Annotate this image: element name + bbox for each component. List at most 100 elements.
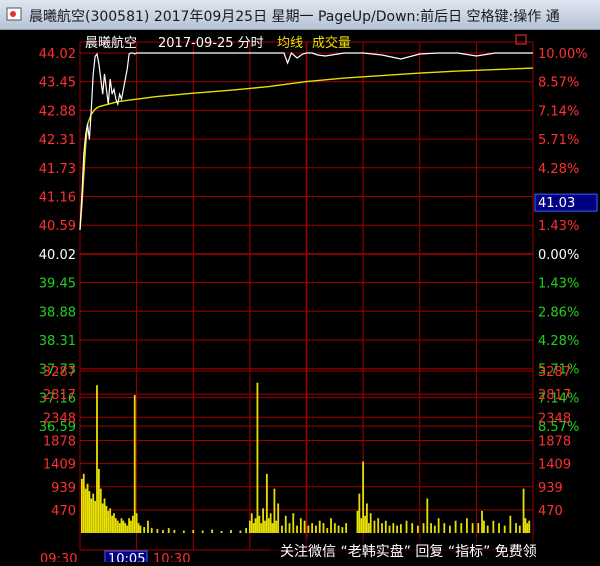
volume-bar bbox=[80, 478, 83, 533]
price-tick-label: 40.02 bbox=[39, 248, 76, 263]
avg-line-legend: 均线 bbox=[277, 36, 303, 51]
price-tick-label: 42.31 bbox=[39, 133, 76, 148]
price-tick-label: 38.31 bbox=[39, 334, 76, 349]
percent-tick-label: 2.86% bbox=[538, 305, 579, 320]
volume-bar bbox=[303, 520, 306, 533]
volume-bar bbox=[449, 525, 451, 533]
volume-bar bbox=[220, 531, 223, 533]
volume-bar bbox=[90, 498, 93, 533]
volume-tick-label-left: 1409 bbox=[43, 458, 76, 473]
volume-bar bbox=[337, 525, 340, 533]
volume-bar bbox=[471, 523, 474, 533]
volume-bar bbox=[86, 483, 89, 533]
volume-bar bbox=[299, 518, 302, 533]
volume-bar bbox=[128, 518, 130, 533]
volume-tick-label-left: 3287 bbox=[43, 365, 76, 380]
volume-bar bbox=[103, 498, 106, 533]
volume-bar bbox=[84, 488, 87, 533]
volume-bar bbox=[416, 525, 419, 533]
price-tick-label: 41.16 bbox=[39, 191, 76, 206]
volume-bar bbox=[330, 518, 332, 533]
volume-bar bbox=[162, 530, 164, 533]
volume-bar bbox=[483, 520, 485, 533]
volume-bar bbox=[366, 503, 368, 533]
volume-tick-label-right: 2348 bbox=[538, 411, 571, 426]
volume-bar bbox=[369, 513, 372, 533]
volume-tick-label-right: 1878 bbox=[538, 434, 571, 449]
volume-bar bbox=[250, 513, 253, 533]
volume-bar bbox=[122, 520, 125, 533]
price-tick-label: 44.02 bbox=[39, 47, 76, 62]
volume-bar bbox=[292, 513, 295, 533]
volume-bar bbox=[307, 525, 310, 533]
volume-bar bbox=[486, 525, 489, 533]
volume-legend: 成交量 bbox=[312, 35, 351, 51]
volume-bar bbox=[318, 520, 321, 533]
volume-bar bbox=[88, 491, 91, 533]
volume-bar bbox=[518, 525, 521, 533]
volume-tick-label-right: 470 bbox=[538, 504, 563, 519]
volume-bar bbox=[254, 518, 257, 533]
volume-bar bbox=[211, 529, 214, 533]
volume-bar bbox=[150, 528, 153, 533]
volume-bar bbox=[126, 525, 129, 533]
volume-bar bbox=[377, 518, 380, 533]
volume-bar bbox=[105, 505, 108, 533]
volume-bar bbox=[120, 518, 123, 533]
volume-bar bbox=[239, 530, 242, 533]
volume-bar bbox=[113, 513, 115, 533]
price-tick-label: 43.45 bbox=[39, 76, 76, 91]
volume-bar bbox=[288, 523, 291, 533]
volume-bar bbox=[245, 528, 247, 533]
chart-canvas[interactable]: 44.02 43.45 42.88 42.31 41.73 41.16 40.59 40.02… bbox=[0, 30, 600, 566]
volume-tick-label-left: 2348 bbox=[43, 411, 76, 426]
intraday-chart[interactable]: 44.02 43.45 42.88 42.31 41.73 41.16 40.59 40.02… bbox=[0, 30, 600, 566]
volume-bar bbox=[524, 518, 527, 533]
volume-bar bbox=[258, 515, 261, 533]
volume-bar bbox=[97, 468, 100, 533]
volume-bar bbox=[156, 529, 159, 533]
percent-tick-label: 5.71% bbox=[538, 133, 579, 148]
volume-bar bbox=[96, 385, 98, 533]
volume-bar bbox=[466, 518, 468, 533]
volume-bar bbox=[147, 520, 149, 533]
volume-tick-label-right: 2817 bbox=[538, 388, 571, 403]
volume-bar bbox=[481, 510, 483, 533]
volume-bar bbox=[311, 523, 314, 533]
volume-bar bbox=[326, 528, 329, 533]
volume-bar bbox=[173, 530, 176, 533]
volume-bar bbox=[284, 515, 287, 533]
volume-bar bbox=[118, 523, 121, 533]
volume-bar bbox=[281, 525, 283, 533]
volume-bar bbox=[137, 523, 140, 533]
percent-tick-label: 1.43% bbox=[538, 277, 579, 292]
volume-bar bbox=[256, 382, 259, 533]
volume-bar bbox=[315, 525, 317, 533]
volume-tick-label-right: 1409 bbox=[538, 458, 571, 473]
volume-bar bbox=[405, 520, 408, 533]
volume-bar bbox=[341, 527, 344, 533]
volume-bar bbox=[230, 530, 232, 533]
volume-bar bbox=[273, 488, 276, 533]
volume-bar bbox=[515, 523, 517, 533]
percent-tick-label: 4.28% bbox=[538, 334, 579, 349]
volume-bar bbox=[264, 520, 266, 533]
volume-bar bbox=[360, 518, 363, 533]
volume-tick-label-left: 939 bbox=[51, 481, 76, 496]
volume-bar bbox=[192, 530, 195, 533]
volume-bar bbox=[364, 515, 366, 533]
volume-bar bbox=[437, 518, 440, 533]
time-label: 10:30 bbox=[153, 552, 190, 562]
volume-bar bbox=[373, 520, 376, 533]
window-title: 晨曦航空(300581) 2017年09月25日 星期一 PageUp/Down… bbox=[29, 9, 560, 25]
price-tick-label: 41.73 bbox=[39, 162, 76, 177]
volume-bar bbox=[362, 461, 365, 533]
volume-tick-label-left: 2817 bbox=[43, 388, 76, 403]
volume-bar bbox=[114, 518, 117, 533]
volume-bar bbox=[248, 520, 251, 533]
price-tick-label: 39.45 bbox=[39, 277, 76, 292]
volume-bar bbox=[201, 530, 204, 533]
volume-tick-label-right: 3287 bbox=[538, 365, 571, 380]
volume-bar bbox=[503, 525, 506, 533]
volume-bar bbox=[139, 525, 142, 533]
